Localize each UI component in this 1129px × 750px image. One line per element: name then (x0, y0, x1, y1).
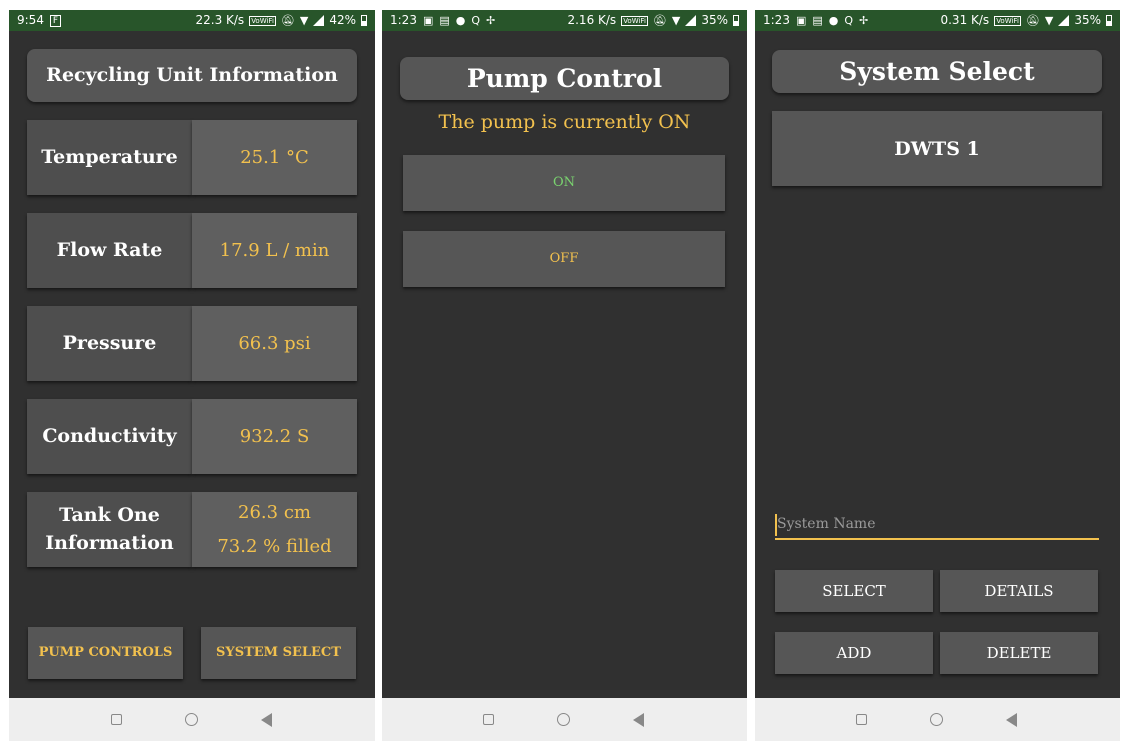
network-speed: 2.16 K/s (567, 13, 617, 27)
page-title: Pump Control (400, 57, 729, 100)
pump-controls-button[interactable]: PUMP CONTROLS (28, 627, 183, 679)
row-value: 932.2 S (192, 399, 357, 474)
tank-fill-value: 73.2 % filled (217, 535, 332, 557)
conductivity-row: Conductivity 932.2 S (27, 399, 357, 474)
battery-percent: 42% (329, 13, 356, 27)
tank-one-row: Tank One Information 26.3 cm 73.2 % fill… (27, 492, 357, 567)
row-label: Pressure (27, 306, 192, 381)
recents-icon[interactable] (483, 714, 494, 725)
clock: 1:23 (390, 13, 417, 27)
phone-screen-pump-control: 1:23 ▣ ▤ ● Q ✢ 2.16 K/s VoWiFi 🔕︎ ▼ 35% … (382, 10, 747, 741)
battery-icon (361, 15, 367, 26)
vowifi-icon: VoWiFi (994, 15, 1021, 26)
system-name-input[interactable] (775, 510, 1099, 540)
message-icon: ▤ (439, 14, 450, 27)
mute-bell-icon: 🔕︎ (1025, 14, 1040, 27)
row-label: Tank One Information (27, 492, 192, 567)
network-speed: 22.3 K/s (195, 13, 245, 27)
pump-state-text: The pump is currently ON (438, 111, 691, 133)
flow-rate-row: Flow Rate 17.9 L / min (27, 213, 357, 288)
row-label: Flow Rate (27, 213, 192, 288)
recents-icon[interactable] (856, 714, 867, 725)
row-value: 25.1 °C (192, 120, 357, 195)
back-icon[interactable] (633, 713, 644, 727)
mute-bell-icon: 🔕︎ (280, 14, 295, 27)
battery-percent: 35% (1074, 13, 1101, 27)
signal-icon (1058, 15, 1070, 26)
facebook-icon: ● (455, 14, 466, 27)
row-label: Temperature (27, 120, 192, 195)
pressure-row: Pressure 66.3 psi (27, 306, 357, 381)
system-select-button[interactable]: SYSTEM SELECT (201, 627, 356, 679)
tank-level-value: 26.3 cm (238, 502, 311, 524)
signal-icon (313, 15, 325, 26)
battery-icon (733, 15, 739, 26)
navigation-bar (9, 698, 375, 741)
home-icon[interactable] (185, 713, 198, 726)
battery-percent: 35% (701, 13, 728, 27)
back-icon[interactable] (1006, 713, 1017, 727)
recents-icon[interactable] (111, 714, 122, 725)
message-icon: ▤ (812, 14, 823, 27)
row-label: Conductivity (27, 399, 192, 474)
status-bar: 9:54 F 22.3 K/s VoWiFi 🔕︎ ▼ 42% (9, 10, 375, 31)
delete-button[interactable]: DELETE (940, 632, 1098, 674)
home-icon[interactable] (557, 713, 570, 726)
clock: 1:23 (763, 13, 790, 27)
cast-icon: ▣ (795, 14, 807, 27)
facebook-icon: ● (828, 14, 839, 27)
status-bar: 1:23 ▣ ▤ ● Q ✢ 0.31 K/s VoWiFi 🔕︎ ▼ 35% (755, 10, 1120, 31)
pump-on-button[interactable]: ON (403, 155, 725, 211)
wifi-icon: ▼ (1044, 14, 1054, 27)
back-icon[interactable] (261, 713, 272, 727)
status-bar: 1:23 ▣ ▤ ● Q ✢ 2.16 K/s VoWiFi 🔕︎ ▼ 35% (382, 10, 747, 31)
pump-off-button[interactable]: OFF (403, 231, 725, 287)
phone-screen-system-select: 1:23 ▣ ▤ ● Q ✢ 0.31 K/s VoWiFi 🔕︎ ▼ 35% … (755, 10, 1120, 741)
system-list-item[interactable]: DWTS 1 (772, 111, 1102, 186)
wifi-icon: ▼ (671, 14, 681, 27)
battery-icon (1106, 15, 1112, 26)
vowifi-icon: VoWiFi (621, 15, 648, 26)
signal-icon (685, 15, 697, 26)
vowifi-icon: VoWiFi (249, 15, 276, 26)
fan-icon: ✢ (859, 14, 869, 27)
select-button[interactable]: SELECT (775, 570, 933, 612)
q-icon: Q (471, 14, 481, 27)
q-icon: Q (844, 14, 854, 27)
navigation-bar (755, 698, 1120, 741)
row-value: 66.3 psi (192, 306, 357, 381)
network-speed: 0.31 K/s (940, 13, 990, 27)
details-button[interactable]: DETAILS (940, 570, 1098, 612)
tank-values: 26.3 cm 73.2 % filled (192, 492, 357, 567)
phone-screen-unit-info: 9:54 F 22.3 K/s VoWiFi 🔕︎ ▼ 42% Recyclin… (9, 10, 375, 741)
row-value: 17.9 L / min (192, 213, 357, 288)
text-cursor (775, 514, 777, 536)
fan-icon: ✢ (486, 14, 496, 27)
home-icon[interactable] (930, 713, 943, 726)
page-title: System Select (772, 50, 1102, 93)
cast-icon: ▣ (422, 14, 434, 27)
clock: 9:54 (17, 13, 44, 27)
page-title: Recycling Unit Information (27, 49, 357, 102)
mute-bell-icon: 🔕︎ (652, 14, 667, 27)
wifi-icon: ▼ (299, 14, 309, 27)
app-f-icon: F (49, 14, 61, 27)
temperature-row: Temperature 25.1 °C (27, 120, 357, 195)
navigation-bar (382, 698, 747, 741)
add-button[interactable]: ADD (775, 632, 933, 674)
